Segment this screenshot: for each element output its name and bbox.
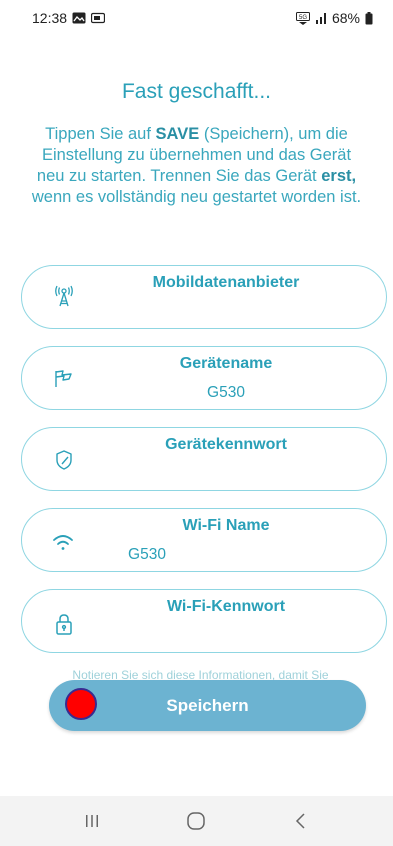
instructions-save-word: SAVE [155, 125, 200, 143]
card-device-name[interactable]: Gerätename G530 [21, 346, 387, 410]
instructions-part3: wenn es vollständig neu gestartet worden… [31, 188, 362, 206]
recent-apps-icon [86, 815, 99, 827]
network-5g-icon: 5G [295, 11, 310, 25]
lock-icon [50, 610, 78, 638]
save-button-label: Speichern [166, 695, 249, 715]
back-icon [295, 813, 305, 829]
card-wifi-password[interactable]: Wi-Fi-Kennwort [21, 589, 387, 653]
flag-icon [50, 365, 78, 393]
cell-tower-icon [50, 282, 78, 310]
instructions-part1: Tippen Sie auf [45, 125, 156, 143]
signal-icon [315, 12, 327, 24]
shield-icon [50, 446, 78, 474]
battery-percent: 68% [331, 10, 360, 26]
device-name-value: G530 [207, 384, 245, 401]
touch-indicator [65, 688, 97, 720]
system-nav-bar [0, 796, 393, 846]
card-device-password[interactable]: Gerätekennwort [21, 427, 387, 491]
card-mobile-provider: Mobildatenanbieter [21, 265, 387, 329]
home-button[interactable] [176, 801, 216, 841]
wifi-password-label: Wi-Fi-Kennwort [166, 598, 286, 615]
wifi-name-value: G530 [128, 546, 166, 563]
instructions-erst-word: erst, [321, 167, 357, 185]
svg-text:5G: 5G [299, 15, 307, 21]
device-password-label: Gerätekennwort [165, 436, 287, 453]
status-bar: 12:38 5G 68% [0, 0, 393, 36]
battery-icon [365, 11, 373, 25]
back-button[interactable] [281, 801, 321, 841]
home-icon [187, 812, 206, 830]
card-wifi-name[interactable]: Wi-Fi Name G530 [21, 508, 387, 572]
page-title: Fast geschafft... [121, 80, 272, 103]
instructions-text: Tippen Sie auf SAVE (Speichern), um die … [28, 124, 365, 208]
wifi-name-label: Wi-Fi Name [182, 517, 270, 534]
status-time: 12:38 [32, 10, 68, 26]
mobile-provider-label: Mobildatenanbieter [152, 274, 300, 291]
screenshot-notification-icon [91, 12, 106, 24]
info-note: Notieren Sie sich diese Informationen, d… [72, 668, 329, 680]
recent-apps-button[interactable] [72, 801, 112, 841]
gallery-notification-icon [72, 12, 86, 24]
device-name-label: Gerätename [179, 355, 273, 372]
